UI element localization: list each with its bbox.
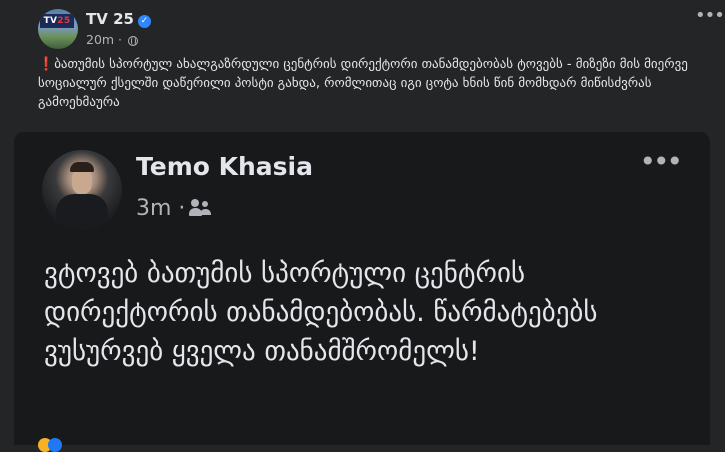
shared-author-avatar [42, 150, 122, 230]
shared-post-screenshot[interactable]: Temo Khasia 3m · ••• ვტოვებ ბათუმის სპორ… [14, 132, 710, 445]
globe-icon [128, 36, 139, 46]
post-meta: 20m · [86, 32, 139, 47]
page-name[interactable]: TV 25 [86, 10, 134, 28]
post-body: ❗ბათუმის სპორტულ ახალგაზრდული ცენტრის დი… [38, 55, 698, 112]
shared-more-icon: ••• [639, 145, 683, 178]
post-header: TV25 TV 25 ✓ 20m · [38, 7, 718, 49]
more-options-icon[interactable]: ••• [695, 6, 725, 30]
shared-author-name: Temo Khasia [136, 152, 313, 181]
shared-post-meta: 3m · [136, 196, 213, 221]
post-text: ბათუმის სპორტულ ახალგაზრდული ცენტრის დირ… [38, 57, 688, 110]
like-reaction-icon [48, 438, 62, 452]
alert-icon: ❗ [38, 57, 55, 72]
shared-post-text: ვტოვებ ბათუმის სპორტული ცენტრის დირექტორ… [44, 258, 598, 367]
reaction-icons[interactable] [38, 438, 78, 452]
verified-badge-icon: ✓ [137, 15, 151, 28]
page-avatar[interactable]: TV25 [38, 9, 78, 49]
tv25-logo: TV25 [40, 14, 74, 28]
page-name-link[interactable]: TV 25 ✓ [86, 10, 151, 28]
friends-icon [189, 199, 213, 217]
shared-post-time: 3m · [136, 196, 186, 221]
post-time[interactable]: 20m · [86, 32, 122, 47]
